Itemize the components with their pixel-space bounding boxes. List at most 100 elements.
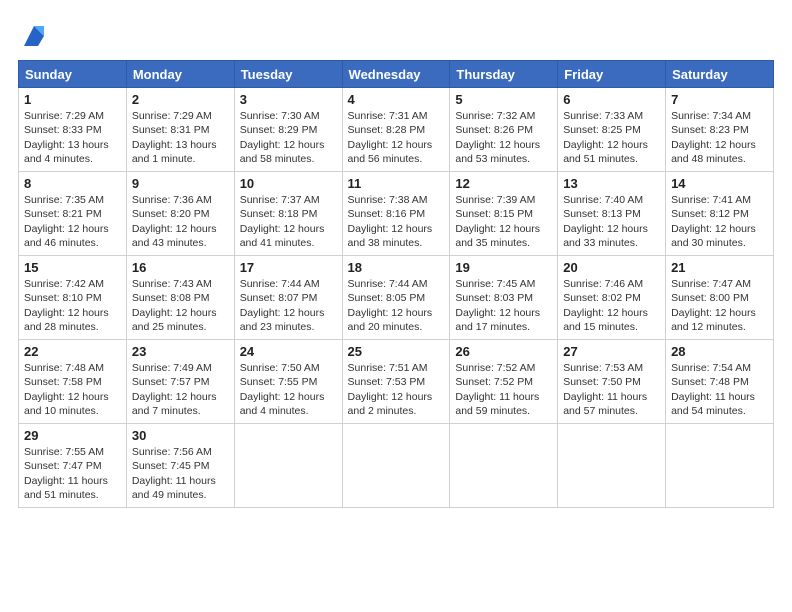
- calendar-cell: 9 Sunrise: 7:36 AM Sunset: 8:20 PM Dayli…: [126, 171, 234, 255]
- day-info: Sunrise: 7:32 AM Sunset: 8:26 PM Dayligh…: [455, 109, 552, 167]
- day-number: 10: [240, 176, 337, 191]
- day-number: 6: [563, 92, 660, 107]
- day-info: Sunrise: 7:56 AM Sunset: 7:45 PM Dayligh…: [132, 445, 229, 503]
- calendar-cell: 3 Sunrise: 7:30 AM Sunset: 8:29 PM Dayli…: [234, 88, 342, 172]
- day-number: 23: [132, 344, 229, 359]
- calendar-cell: 8 Sunrise: 7:35 AM Sunset: 8:21 PM Dayli…: [19, 171, 127, 255]
- calendar-cell: 24 Sunrise: 7:50 AM Sunset: 7:55 PM Dayl…: [234, 339, 342, 423]
- calendar-cell: 26 Sunrise: 7:52 AM Sunset: 7:52 PM Dayl…: [450, 339, 558, 423]
- day-number: 29: [24, 428, 121, 443]
- day-info: Sunrise: 7:50 AM Sunset: 7:55 PM Dayligh…: [240, 361, 337, 419]
- calendar-header-sunday: Sunday: [19, 61, 127, 88]
- day-number: 2: [132, 92, 229, 107]
- day-number: 5: [455, 92, 552, 107]
- week-row-1: 8 Sunrise: 7:35 AM Sunset: 8:21 PM Dayli…: [19, 171, 774, 255]
- calendar-cell: 6 Sunrise: 7:33 AM Sunset: 8:25 PM Dayli…: [558, 88, 666, 172]
- calendar-cell: [666, 423, 774, 507]
- day-info: Sunrise: 7:55 AM Sunset: 7:47 PM Dayligh…: [24, 445, 121, 503]
- day-info: Sunrise: 7:44 AM Sunset: 8:05 PM Dayligh…: [348, 277, 445, 335]
- day-info: Sunrise: 7:31 AM Sunset: 8:28 PM Dayligh…: [348, 109, 445, 167]
- day-number: 11: [348, 176, 445, 191]
- day-info: Sunrise: 7:49 AM Sunset: 7:57 PM Dayligh…: [132, 361, 229, 419]
- calendar-cell: 2 Sunrise: 7:29 AM Sunset: 8:31 PM Dayli…: [126, 88, 234, 172]
- calendar-cell: 20 Sunrise: 7:46 AM Sunset: 8:02 PM Dayl…: [558, 255, 666, 339]
- calendar-cell: 5 Sunrise: 7:32 AM Sunset: 8:26 PM Dayli…: [450, 88, 558, 172]
- page: SundayMondayTuesdayWednesdayThursdayFrid…: [0, 0, 792, 612]
- day-number: 15: [24, 260, 121, 275]
- day-info: Sunrise: 7:52 AM Sunset: 7:52 PM Dayligh…: [455, 361, 552, 419]
- calendar-cell: [342, 423, 450, 507]
- calendar-cell: 7 Sunrise: 7:34 AM Sunset: 8:23 PM Dayli…: [666, 88, 774, 172]
- day-number: 18: [348, 260, 445, 275]
- calendar-header-friday: Friday: [558, 61, 666, 88]
- logo-icon: [20, 22, 48, 50]
- day-number: 7: [671, 92, 768, 107]
- day-info: Sunrise: 7:42 AM Sunset: 8:10 PM Dayligh…: [24, 277, 121, 335]
- calendar-cell: 11 Sunrise: 7:38 AM Sunset: 8:16 PM Dayl…: [342, 171, 450, 255]
- calendar-cell: 23 Sunrise: 7:49 AM Sunset: 7:57 PM Dayl…: [126, 339, 234, 423]
- calendar-cell: 16 Sunrise: 7:43 AM Sunset: 8:08 PM Dayl…: [126, 255, 234, 339]
- calendar-cell: [234, 423, 342, 507]
- day-info: Sunrise: 7:29 AM Sunset: 8:31 PM Dayligh…: [132, 109, 229, 167]
- calendar-header-thursday: Thursday: [450, 61, 558, 88]
- day-number: 21: [671, 260, 768, 275]
- day-number: 14: [671, 176, 768, 191]
- day-info: Sunrise: 7:41 AM Sunset: 8:12 PM Dayligh…: [671, 193, 768, 251]
- calendar-cell: 25 Sunrise: 7:51 AM Sunset: 7:53 PM Dayl…: [342, 339, 450, 423]
- calendar-header-tuesday: Tuesday: [234, 61, 342, 88]
- calendar-cell: 18 Sunrise: 7:44 AM Sunset: 8:05 PM Dayl…: [342, 255, 450, 339]
- calendar-cell: 1 Sunrise: 7:29 AM Sunset: 8:33 PM Dayli…: [19, 88, 127, 172]
- calendar-header-wednesday: Wednesday: [342, 61, 450, 88]
- week-row-0: 1 Sunrise: 7:29 AM Sunset: 8:33 PM Dayli…: [19, 88, 774, 172]
- calendar-cell: 13 Sunrise: 7:40 AM Sunset: 8:13 PM Dayl…: [558, 171, 666, 255]
- day-number: 1: [24, 92, 121, 107]
- calendar-header-row: SundayMondayTuesdayWednesdayThursdayFrid…: [19, 61, 774, 88]
- day-info: Sunrise: 7:30 AM Sunset: 8:29 PM Dayligh…: [240, 109, 337, 167]
- calendar-cell: 28 Sunrise: 7:54 AM Sunset: 7:48 PM Dayl…: [666, 339, 774, 423]
- day-number: 20: [563, 260, 660, 275]
- calendar-cell: [450, 423, 558, 507]
- day-number: 3: [240, 92, 337, 107]
- calendar-cell: 29 Sunrise: 7:55 AM Sunset: 7:47 PM Dayl…: [19, 423, 127, 507]
- day-info: Sunrise: 7:54 AM Sunset: 7:48 PM Dayligh…: [671, 361, 768, 419]
- day-number: 17: [240, 260, 337, 275]
- day-info: Sunrise: 7:35 AM Sunset: 8:21 PM Dayligh…: [24, 193, 121, 251]
- day-info: Sunrise: 7:34 AM Sunset: 8:23 PM Dayligh…: [671, 109, 768, 167]
- calendar-cell: 12 Sunrise: 7:39 AM Sunset: 8:15 PM Dayl…: [450, 171, 558, 255]
- day-info: Sunrise: 7:46 AM Sunset: 8:02 PM Dayligh…: [563, 277, 660, 335]
- day-number: 25: [348, 344, 445, 359]
- calendar-cell: 22 Sunrise: 7:48 AM Sunset: 7:58 PM Dayl…: [19, 339, 127, 423]
- week-row-4: 29 Sunrise: 7:55 AM Sunset: 7:47 PM Dayl…: [19, 423, 774, 507]
- day-info: Sunrise: 7:38 AM Sunset: 8:16 PM Dayligh…: [348, 193, 445, 251]
- day-info: Sunrise: 7:40 AM Sunset: 8:13 PM Dayligh…: [563, 193, 660, 251]
- day-number: 8: [24, 176, 121, 191]
- day-number: 24: [240, 344, 337, 359]
- day-number: 12: [455, 176, 552, 191]
- header: [18, 18, 774, 50]
- day-number: 4: [348, 92, 445, 107]
- day-info: Sunrise: 7:43 AM Sunset: 8:08 PM Dayligh…: [132, 277, 229, 335]
- calendar-cell: 30 Sunrise: 7:56 AM Sunset: 7:45 PM Dayl…: [126, 423, 234, 507]
- logo: [18, 22, 48, 50]
- calendar-cell: 10 Sunrise: 7:37 AM Sunset: 8:18 PM Dayl…: [234, 171, 342, 255]
- day-info: Sunrise: 7:33 AM Sunset: 8:25 PM Dayligh…: [563, 109, 660, 167]
- calendar-cell: 19 Sunrise: 7:45 AM Sunset: 8:03 PM Dayl…: [450, 255, 558, 339]
- day-info: Sunrise: 7:39 AM Sunset: 8:15 PM Dayligh…: [455, 193, 552, 251]
- day-number: 27: [563, 344, 660, 359]
- week-row-3: 22 Sunrise: 7:48 AM Sunset: 7:58 PM Dayl…: [19, 339, 774, 423]
- day-number: 30: [132, 428, 229, 443]
- calendar: SundayMondayTuesdayWednesdayThursdayFrid…: [18, 60, 774, 508]
- day-number: 9: [132, 176, 229, 191]
- day-number: 13: [563, 176, 660, 191]
- day-info: Sunrise: 7:45 AM Sunset: 8:03 PM Dayligh…: [455, 277, 552, 335]
- calendar-cell: 17 Sunrise: 7:44 AM Sunset: 8:07 PM Dayl…: [234, 255, 342, 339]
- calendar-cell: [558, 423, 666, 507]
- calendar-cell: 4 Sunrise: 7:31 AM Sunset: 8:28 PM Dayli…: [342, 88, 450, 172]
- calendar-cell: 21 Sunrise: 7:47 AM Sunset: 8:00 PM Dayl…: [666, 255, 774, 339]
- day-info: Sunrise: 7:44 AM Sunset: 8:07 PM Dayligh…: [240, 277, 337, 335]
- day-info: Sunrise: 7:53 AM Sunset: 7:50 PM Dayligh…: [563, 361, 660, 419]
- day-number: 22: [24, 344, 121, 359]
- calendar-header-saturday: Saturday: [666, 61, 774, 88]
- day-info: Sunrise: 7:29 AM Sunset: 8:33 PM Dayligh…: [24, 109, 121, 167]
- day-number: 28: [671, 344, 768, 359]
